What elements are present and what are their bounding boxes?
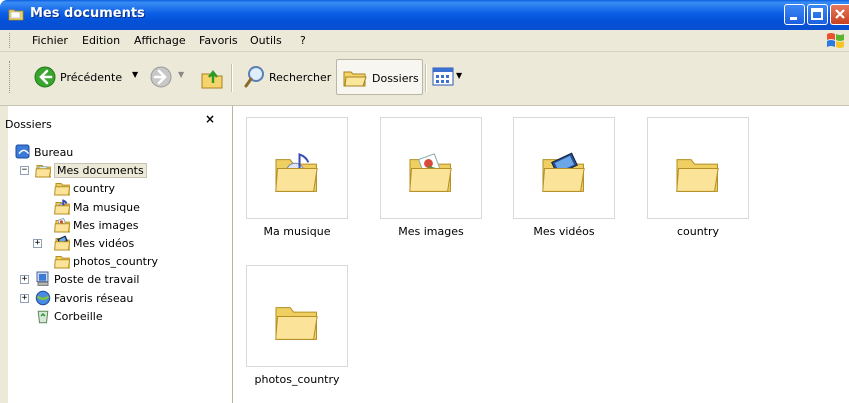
folder-thumbnail[interactable] xyxy=(647,117,749,219)
close-icon xyxy=(835,9,845,19)
computer-icon xyxy=(36,271,49,287)
folder-thumbnail[interactable] xyxy=(246,117,348,219)
menu-affichage[interactable]: Affichage xyxy=(134,34,186,47)
folder-label[interactable]: Mes vidéos xyxy=(497,225,631,238)
expand-toggle-icon[interactable]: + xyxy=(20,293,29,303)
tree-item-label: country xyxy=(73,182,116,196)
forward-button[interactable]: ▼ xyxy=(150,61,186,95)
minimize-button[interactable] xyxy=(784,4,805,25)
up-folder-icon[interactable] xyxy=(200,66,224,90)
expand-toggle-icon[interactable]: + xyxy=(33,239,42,248)
desktop-icon xyxy=(15,144,30,159)
music-folder-icon xyxy=(275,153,318,192)
videos-folder-icon xyxy=(54,235,70,251)
menu-favoris[interactable]: Favoris xyxy=(199,34,238,47)
menu-grip[interactable] xyxy=(9,33,12,48)
toolbar-grip[interactable] xyxy=(9,61,12,93)
views-icon xyxy=(432,67,454,86)
expand-toggle-icon[interactable]: + xyxy=(20,275,29,285)
recycle-bin-icon xyxy=(37,310,49,324)
folder-thumbnail[interactable] xyxy=(246,265,348,367)
back-arrow-icon xyxy=(34,66,56,88)
window-title: Mes documents xyxy=(30,6,145,21)
menu-edition[interactable]: Edition xyxy=(82,34,120,47)
tree-item-label: Mes images xyxy=(73,218,139,232)
close-pane-icon[interactable]: × xyxy=(205,112,215,126)
toolbar-separator xyxy=(231,64,233,92)
windows-logo-icon xyxy=(827,33,844,48)
folders-icon xyxy=(343,71,367,87)
pictures-folder-icon xyxy=(54,217,70,233)
pane-border xyxy=(0,106,8,403)
my-documents-icon xyxy=(35,165,51,178)
maximize-button[interactable] xyxy=(807,4,828,25)
menu-bar: Fichier Edition Affichage Favoris Outils… xyxy=(0,30,849,52)
back-button[interactable]: Précédente ▼ xyxy=(34,61,144,95)
minimize-icon xyxy=(790,17,797,20)
toolbar-separator xyxy=(425,64,427,92)
collapse-toggle-icon[interactable]: − xyxy=(20,166,29,176)
folders-pane-title: Dossiers xyxy=(5,118,52,131)
tree-item-label: Ma musique xyxy=(73,200,140,214)
folders-pane: Dossiers × Bureau − Mes documents country Ma… xyxy=(0,106,233,403)
folder-thumbnail[interactable] xyxy=(380,117,482,219)
folder-label[interactable]: country xyxy=(631,225,765,238)
file-view: Ma musique Mes images Mes vidéos country pho… xyxy=(233,106,849,403)
tree-item-label: photos_country xyxy=(73,255,159,269)
tree-item-label: Favoris réseau xyxy=(54,291,134,305)
pictures-folder-icon xyxy=(409,153,452,192)
forward-dropdown-arrow-icon[interactable]: ▼ xyxy=(178,70,184,79)
views-dropdown-arrow-icon[interactable]: ▼ xyxy=(456,71,462,80)
folder-icon xyxy=(676,159,719,192)
menu-fichier[interactable]: Fichier xyxy=(32,34,68,47)
music-folder-icon xyxy=(54,198,70,215)
tree-item-label: Mes documents xyxy=(54,163,147,179)
folders-button[interactable]: Dossiers xyxy=(336,59,423,95)
folder-label[interactable]: Mes images xyxy=(364,225,498,238)
folder-documents-icon xyxy=(8,9,24,21)
menu-outils[interactable]: Outils xyxy=(250,34,282,47)
folder-icon xyxy=(54,183,70,196)
back-label: Précédente xyxy=(60,71,123,84)
folder-thumbnail[interactable] xyxy=(513,117,615,219)
search-label: Rechercher xyxy=(269,71,332,84)
network-icon xyxy=(35,290,51,305)
search-button[interactable]: Rechercher xyxy=(244,61,336,95)
folder-label[interactable]: Ma musique xyxy=(230,225,364,238)
views-button[interactable]: ▼ xyxy=(432,61,472,95)
search-icon xyxy=(244,66,264,88)
videos-folder-icon xyxy=(542,152,585,192)
tree-item-label: Poste de travail xyxy=(54,273,140,287)
back-dropdown-arrow-icon[interactable]: ▼ xyxy=(132,70,138,79)
folder-icon xyxy=(54,256,70,269)
folder-icon xyxy=(275,307,318,340)
folders-label: Dossiers xyxy=(372,72,419,85)
menu-help[interactable]: ? xyxy=(300,34,306,47)
tree-item-label: Mes vidéos xyxy=(73,237,135,250)
close-button[interactable] xyxy=(830,4,849,25)
tree-item-label: Bureau xyxy=(34,146,74,159)
title-bar[interactable]: Mes documents xyxy=(0,0,849,30)
folder-label[interactable]: photos_country xyxy=(230,373,364,386)
toolbar: Précédente ▼ ▼ Rechercher Dossiers ▼ xyxy=(0,52,849,106)
forward-arrow-icon xyxy=(150,66,172,88)
maximize-icon xyxy=(811,8,823,20)
tree-item-label: Corbeille xyxy=(54,309,103,323)
